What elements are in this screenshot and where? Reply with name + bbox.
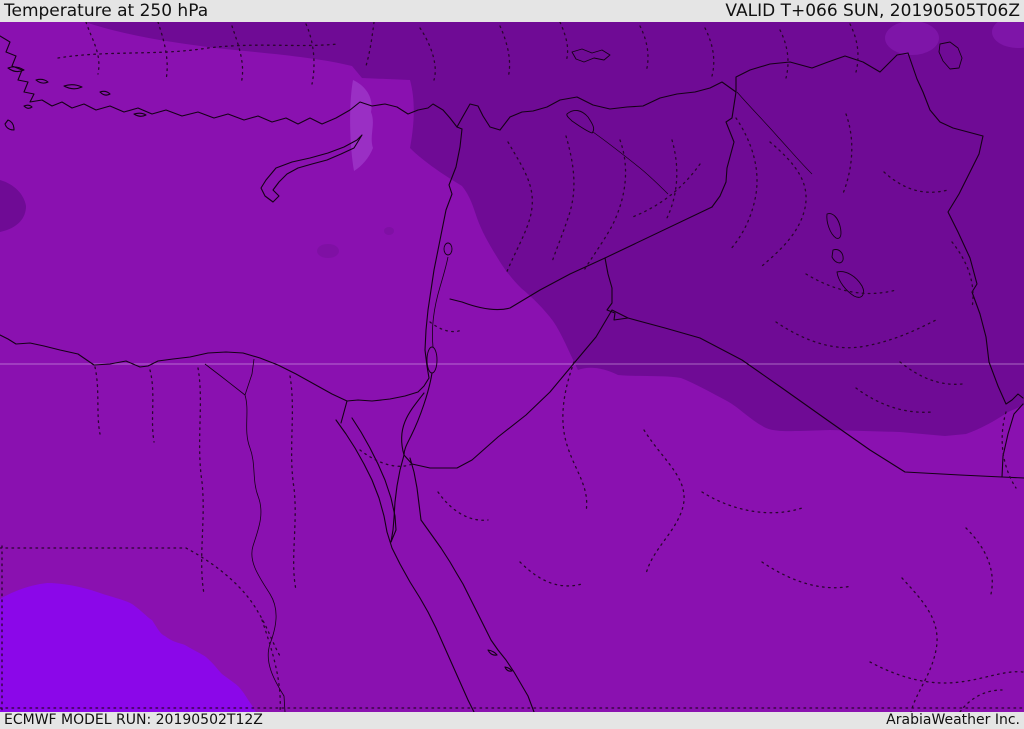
brand-label: ArabiaWeather Inc.: [886, 712, 1020, 728]
page-title: Temperature at 250 hPa: [4, 1, 209, 21]
temperature-shading-layer: [0, 22, 1024, 712]
weather-map: [0, 22, 1024, 712]
valid-time-label: VALID T+066 SUN, 20190505T06Z: [725, 1, 1020, 21]
header-bar: Temperature at 250 hPa VALID T+066 SUN, …: [0, 0, 1024, 22]
footer-bar: ECMWF MODEL RUN: 20190502T12Z ArabiaWeat…: [0, 712, 1024, 729]
model-run-label: ECMWF MODEL RUN: 20190502T12Z: [4, 712, 263, 728]
map-canvas: [0, 22, 1024, 712]
